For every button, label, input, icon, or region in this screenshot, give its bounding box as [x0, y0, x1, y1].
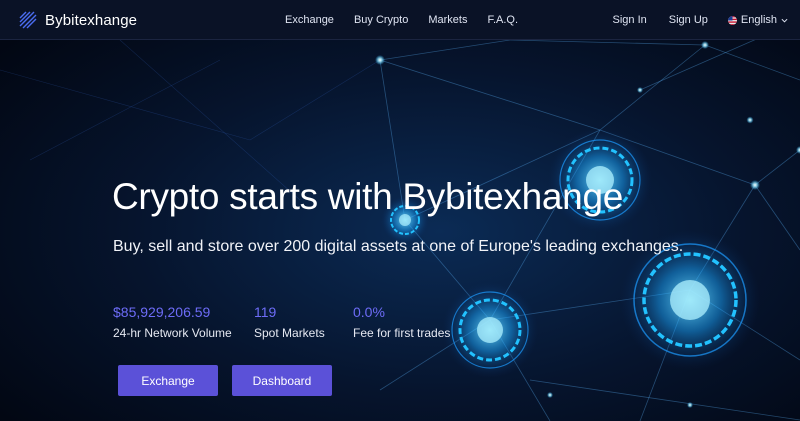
stat-value: 119 — [254, 304, 277, 320]
hero-subtitle: Buy, sell and store over 200 digital ass… — [113, 238, 684, 255]
stat-label: 24-hr Network Volume — [113, 326, 232, 340]
stat-value: 0.0% — [353, 304, 385, 320]
main-nav: Exchange Buy Crypto Markets F.A.Q. — [285, 14, 518, 26]
nav-markets-link[interactable]: Markets — [428, 14, 467, 26]
stat-label: Spot Markets — [254, 326, 325, 340]
language-selector[interactable]: English — [727, 14, 788, 26]
dashboard-button[interactable]: Dashboard — [232, 365, 332, 396]
top-navbar: Bybitexhange Exchange Buy Crypto Markets… — [0, 0, 800, 40]
stacked-diamonds-logo-icon — [19, 11, 37, 29]
us-flag-icon — [727, 15, 737, 25]
stat-first-trade-fee: 0.0% Fee for first trades — [353, 304, 450, 340]
exchange-button[interactable]: Exchange — [118, 365, 218, 396]
stat-spot-markets: 119 Spot Markets — [254, 304, 325, 340]
nav-exchange-link[interactable]: Exchange — [285, 14, 334, 26]
account-nav: Sign In Sign Up English — [613, 14, 788, 26]
stat-value: $85,929,206.59 — [113, 304, 211, 320]
stat-network-volume: $85,929,206.59 24-hr Network Volume — [113, 304, 232, 340]
sign-in-link[interactable]: Sign In — [613, 14, 647, 26]
nav-faq-link[interactable]: F.A.Q. — [487, 14, 518, 26]
chevron-down-icon — [781, 18, 788, 23]
language-label: English — [740, 14, 777, 26]
nav-buy-crypto-link[interactable]: Buy Crypto — [354, 14, 408, 26]
hero-headline: Crypto starts with Bybitexhange — [112, 176, 623, 217]
brand-logo[interactable]: Bybitexhange — [18, 10, 137, 30]
sign-up-link[interactable]: Sign Up — [669, 14, 708, 26]
brand-name: Bybitexhange — [45, 11, 138, 29]
stat-label: Fee for first trades — [353, 326, 451, 340]
